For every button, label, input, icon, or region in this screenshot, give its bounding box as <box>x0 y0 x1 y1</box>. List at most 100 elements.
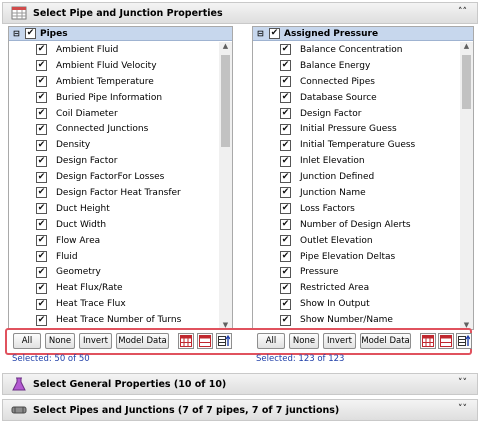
list-item[interactable]: ✔ Junction Name <box>253 185 415 201</box>
scroll-thumb[interactable] <box>221 55 230 147</box>
list-item[interactable]: ✔ Balance Concentration <box>253 42 415 58</box>
item-checkbox[interactable]: ✔ <box>280 266 291 278</box>
list-item[interactable]: ✔ Initial Temperature Guess <box>253 137 415 153</box>
item-checkbox[interactable]: ✔ <box>36 282 47 294</box>
item-checkbox[interactable]: ✔ <box>280 155 291 167</box>
list-item[interactable]: ✔ Ambient Fluid <box>9 42 181 58</box>
list-item[interactable]: ✔ Density <box>9 137 181 153</box>
pipes-model-data-button[interactable]: Model Data <box>116 333 169 349</box>
pipes-group-checkbox[interactable]: ✔ <box>25 28 36 39</box>
list-item[interactable]: ✔ Show In Output <box>253 296 415 312</box>
list-item[interactable]: ✔ Design Factor Heat Transfer <box>9 185 181 201</box>
list-item[interactable]: ✔ Pressure <box>253 264 415 280</box>
list-item[interactable]: ✔ Flow Area <box>9 233 181 249</box>
junctions-group-header[interactable]: ⊟ ✔ Assigned Pressure <box>253 27 473 41</box>
list-item[interactable]: ✔ Balance Energy <box>253 58 415 74</box>
item-checkbox[interactable]: ✔ <box>280 219 291 231</box>
item-checkbox[interactable]: ✔ <box>36 187 47 199</box>
list-item[interactable]: ✔ Fluid <box>9 249 181 265</box>
item-checkbox[interactable]: ✔ <box>280 92 291 104</box>
pipes-select-none-button[interactable]: None <box>45 333 75 349</box>
item-checkbox[interactable]: ✔ <box>36 219 47 231</box>
collapse-tree-icon[interactable]: ⊟ <box>257 29 267 38</box>
list-item[interactable]: ✔ Heat Flux/Rate <box>9 280 181 296</box>
list-item[interactable]: ✔ Number of Design Alerts <box>253 217 415 233</box>
pipes-junctions-header[interactable]: Select Pipes and Junctions (7 of 7 pipes… <box>2 399 478 421</box>
junctions-model-data-button[interactable]: Model Data <box>360 333 411 349</box>
list-item[interactable]: ✔ Coil Diameter <box>9 106 181 122</box>
item-checkbox[interactable]: ✔ <box>280 251 291 263</box>
list-item[interactable]: ✔ Duct Height <box>9 201 181 217</box>
junctions-group-checkbox[interactable]: ✔ <box>269 28 280 39</box>
item-checkbox[interactable]: ✔ <box>36 251 47 263</box>
list-item[interactable]: ✔ Initial Pressure Guess <box>253 121 415 137</box>
list-item[interactable]: ✔ Heat Trace Number of Turns <box>9 312 181 328</box>
junctions-table-view-button[interactable] <box>420 333 436 349</box>
list-item[interactable]: ✔ Design Factor <box>253 106 415 122</box>
list-item[interactable]: ✔ Inlet Elevation <box>253 153 415 169</box>
item-checkbox[interactable]: ✔ <box>280 60 291 72</box>
item-checkbox[interactable]: ✔ <box>280 187 291 199</box>
item-checkbox[interactable]: ✔ <box>36 314 47 326</box>
list-item[interactable]: ✔ Ambient Temperature <box>9 74 181 90</box>
list-item[interactable]: ✔ Restricted Area <box>253 280 415 296</box>
list-item[interactable]: ✔ Design Factor <box>9 153 181 169</box>
item-checkbox[interactable]: ✔ <box>36 60 47 72</box>
expand-icon[interactable]: ˅˅ <box>458 404 467 414</box>
item-checkbox[interactable]: ✔ <box>36 171 47 183</box>
list-item[interactable]: ✔ Connected Junctions <box>9 121 181 137</box>
list-item[interactable]: ✔ Duct Width <box>9 217 181 233</box>
item-checkbox[interactable]: ✔ <box>280 298 291 310</box>
list-item[interactable]: ✔ Loss Factors <box>253 201 415 217</box>
item-checkbox[interactable]: ✔ <box>36 155 47 167</box>
list-item[interactable]: ✔ Show Number/Name <box>253 312 415 328</box>
list-item[interactable]: ✔ Pipe Elevation Deltas <box>253 249 415 265</box>
list-item[interactable]: ✔ Outlet Elevation <box>253 233 415 249</box>
item-checkbox[interactable]: ✔ <box>280 108 291 119</box>
item-checkbox[interactable]: ✔ <box>36 108 47 119</box>
scroll-thumb[interactable] <box>462 55 471 109</box>
junctions-invert-button[interactable]: Invert <box>323 333 356 349</box>
pipes-select-all-button[interactable]: All <box>13 333 41 349</box>
pipe-junction-properties-header[interactable]: Select Pipe and Junction Properties ˄˄ <box>2 2 478 24</box>
item-checkbox[interactable]: ✔ <box>36 92 47 104</box>
scroll-up-icon[interactable]: ▲ <box>219 42 232 50</box>
item-checkbox[interactable]: ✔ <box>280 44 291 56</box>
item-checkbox[interactable]: ✔ <box>280 123 291 135</box>
item-checkbox[interactable]: ✔ <box>36 44 47 56</box>
item-checkbox[interactable]: ✔ <box>280 235 291 247</box>
collapse-tree-icon[interactable]: ⊟ <box>13 29 23 38</box>
junctions-scrollbar[interactable]: ▲ ▼ <box>460 42 473 329</box>
item-checkbox[interactable]: ✔ <box>36 298 47 310</box>
general-properties-header[interactable]: Select General Properties (10 of 10) ˅˅ <box>2 373 478 395</box>
item-checkbox[interactable]: ✔ <box>280 139 291 151</box>
list-item[interactable]: ✔ Junction Defined <box>253 169 415 185</box>
item-checkbox[interactable]: ✔ <box>36 123 47 135</box>
collapse-icon[interactable]: ˄˄ <box>458 7 467 17</box>
item-checkbox[interactable]: ✔ <box>36 203 47 215</box>
item-checkbox[interactable]: ✔ <box>36 235 47 247</box>
item-checkbox[interactable]: ✔ <box>280 282 291 294</box>
pipes-property-list[interactable]: ⊟ ✔ Pipes ✔ Ambient Fluid ✔ Ambient Fluid V… <box>8 26 233 330</box>
pipes-table-view-button[interactable] <box>178 333 194 349</box>
junctions-select-all-button[interactable]: All <box>257 333 285 349</box>
junctions-output-view-button[interactable] <box>438 333 454 349</box>
item-checkbox[interactable]: ✔ <box>280 171 291 183</box>
list-item[interactable]: ✔ Geometry <box>9 264 181 280</box>
list-item[interactable]: ✔ Design FactorFor Losses <box>9 169 181 185</box>
item-checkbox[interactable]: ✔ <box>36 76 47 88</box>
list-item[interactable]: ✔ Ambient Fluid Velocity <box>9 58 181 74</box>
item-checkbox[interactable]: ✔ <box>280 314 291 326</box>
item-checkbox[interactable]: ✔ <box>280 203 291 215</box>
pipes-group-header[interactable]: ⊟ ✔ Pipes <box>9 27 232 41</box>
junctions-sort-button[interactable] <box>456 333 472 349</box>
item-checkbox[interactable]: ✔ <box>36 266 47 278</box>
item-checkbox[interactable]: ✔ <box>36 139 47 151</box>
expand-icon[interactable]: ˅˅ <box>458 378 467 388</box>
list-item[interactable]: ✔ Heat Trace Flux <box>9 296 181 312</box>
pipes-output-view-button[interactable] <box>197 333 213 349</box>
junctions-select-none-button[interactable]: None <box>289 333 319 349</box>
list-item[interactable]: ✔ Database Source <box>253 90 415 106</box>
list-item[interactable]: ✔ Connected Pipes <box>253 74 415 90</box>
item-checkbox[interactable]: ✔ <box>280 76 291 88</box>
